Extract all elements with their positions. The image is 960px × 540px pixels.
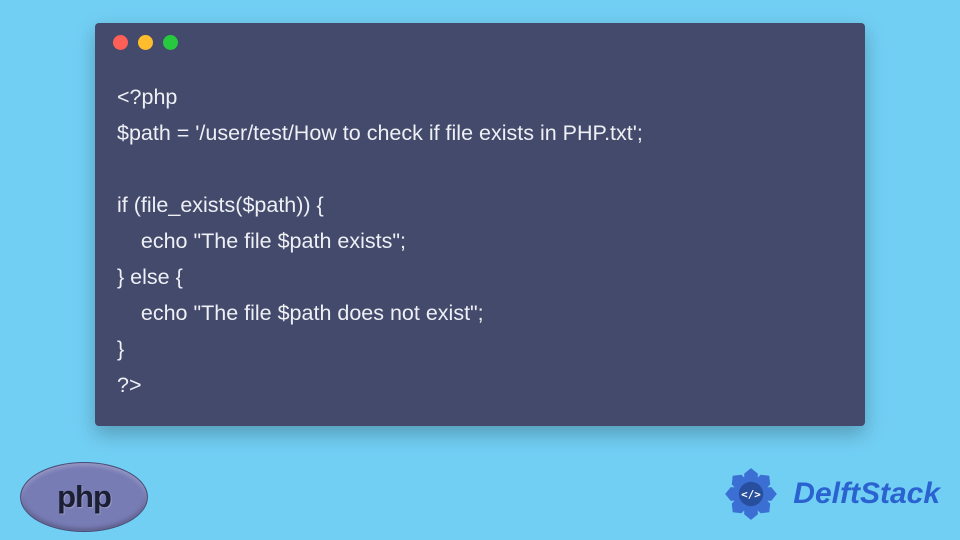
code-window: <?php $path = '/user/test/How to check i…: [95, 23, 865, 426]
code-line: ?>: [117, 373, 142, 397]
code-line: $path = '/user/test/How to check if file…: [117, 121, 643, 145]
code-line: }: [117, 337, 124, 361]
php-logo-ellipse: php: [20, 462, 148, 532]
svg-text:</>: </>: [741, 488, 761, 501]
delftstack-icon: </>: [717, 460, 785, 528]
code-line: } else {: [117, 265, 183, 289]
code-line: echo "The file $path exists";: [117, 229, 406, 253]
code-line: echo "The file $path does not exist";: [117, 301, 484, 325]
close-dot-icon: [113, 35, 128, 50]
delftstack-logo: </> DelftStack: [717, 460, 940, 528]
code-line: if (file_exists($path)) {: [117, 193, 324, 217]
php-logo-text: php: [57, 479, 111, 515]
code-line: <?php: [117, 85, 177, 109]
maximize-dot-icon: [163, 35, 178, 50]
php-logo-icon: php: [20, 462, 148, 532]
window-titlebar: [95, 23, 865, 61]
delftstack-text: DelftStack: [793, 477, 940, 511]
code-content: <?php $path = '/user/test/How to check i…: [95, 61, 865, 413]
minimize-dot-icon: [138, 35, 153, 50]
